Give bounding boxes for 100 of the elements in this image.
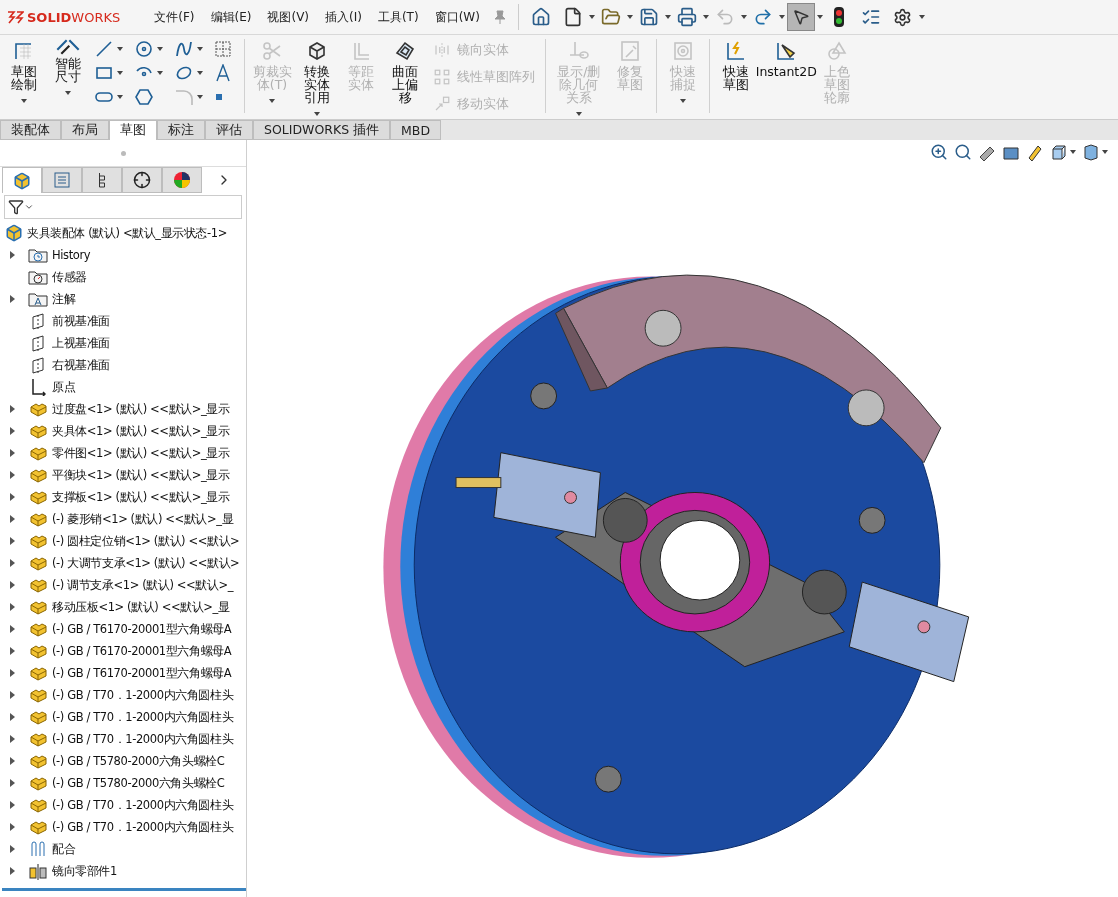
toolbar-button[interactable] <box>786 3 815 31</box>
caret-icon[interactable] <box>314 112 320 116</box>
ribbon-tab[interactable]: 布局 <box>61 120 109 140</box>
expand-arrow-icon[interactable] <box>10 515 15 523</box>
zoom-area-icon[interactable] <box>954 143 972 161</box>
ribbon-tab[interactable]: 标注 <box>157 120 205 140</box>
ribbon-tab[interactable]: 评估 <box>205 120 253 140</box>
caret-icon[interactable] <box>117 71 123 75</box>
expand-arrow-icon[interactable] <box>10 823 15 831</box>
expand-arrow-icon[interactable] <box>10 713 15 721</box>
tree-item[interactable]: (-) GB / T70．1-2000内六角圆柱头 <box>52 819 234 835</box>
caret-icon[interactable] <box>588 15 595 19</box>
expand-arrow-icon[interactable] <box>10 537 15 545</box>
ribbon-tab[interactable]: 草图 <box>109 120 157 140</box>
tree-item[interactable]: 上视基准面 <box>52 335 110 351</box>
tree-item[interactable]: 注解 <box>52 291 76 307</box>
tree-item[interactable]: (-) 大调节支承<1> (默认) <<默认> <box>52 555 240 571</box>
caret-icon[interactable] <box>702 15 709 19</box>
tree-item[interactable]: (-) 圆柱定位销<1> (默认) <<默认> <box>52 533 240 549</box>
ribbon-button[interactable]: 草图绘制 <box>2 37 46 119</box>
grip-handle[interactable] <box>120 150 126 156</box>
expand-arrow-icon[interactable] <box>10 603 15 611</box>
tree-item[interactable]: 前视基准面 <box>52 313 110 329</box>
caret-icon[interactable] <box>117 95 123 99</box>
caret-icon[interactable] <box>626 15 633 19</box>
menu-item[interactable]: 编辑(E) <box>202 4 260 30</box>
expand-arrow-icon[interactable] <box>10 801 15 809</box>
caret-icon[interactable] <box>197 71 203 75</box>
tree-item[interactable]: 镜向零部件1 <box>52 863 117 879</box>
expand-arrow-icon[interactable] <box>10 779 15 787</box>
ribbon-tab[interactable]: 装配体 <box>0 120 61 140</box>
tree-item[interactable]: 零件图<1> (默认) <<默认>_显示 <box>52 445 230 461</box>
ribbon-button[interactable]: 转换实体引用 <box>295 37 339 119</box>
caret-icon[interactable] <box>197 95 203 99</box>
expand-arrow-icon[interactable] <box>10 493 15 501</box>
expand-arrow-icon[interactable] <box>10 757 15 765</box>
expand-arrow-icon[interactable] <box>10 427 15 435</box>
tree-item[interactable]: 平衡块<1> (默认) <<默认>_显示 <box>52 467 230 483</box>
tree-item[interactable]: (-) 菱形销<1> (默认) <<默认>_显 <box>52 511 234 527</box>
tree-item[interactable]: 夹具体<1> (默认) <<默认>_显示 <box>52 423 230 439</box>
tree-item[interactable]: (-) GB / T70．1-2000内六角圆柱头 <box>52 709 234 725</box>
ribbon-button[interactable]: 智能尺寸 <box>46 37 90 119</box>
tree-item[interactable]: History <box>52 248 91 262</box>
ribbon-button[interactable]: 快速草图 <box>713 37 758 119</box>
zoom-fit-icon[interactable] <box>930 143 948 161</box>
menu-item[interactable]: 视图(V) <box>259 4 318 30</box>
expand-arrow-icon[interactable] <box>10 251 15 259</box>
expand-arrow-icon[interactable] <box>10 691 15 699</box>
expand-arrow-icon[interactable] <box>10 581 15 589</box>
expand-arrow-icon[interactable] <box>10 449 15 457</box>
display-style-icon[interactable] <box>1082 143 1108 161</box>
caret-icon[interactable] <box>816 15 823 19</box>
tree-item[interactable]: 右视基准面 <box>52 357 110 373</box>
tree-item[interactable]: 过度盘<1> (默认) <<默认>_显示 <box>52 401 230 417</box>
ribbon-tab[interactable]: MBD <box>390 120 442 140</box>
tree-item[interactable]: 配合 <box>52 841 76 857</box>
ribbon-button[interactable]: 曲面上偏移 <box>383 37 427 119</box>
expand-arrow-icon[interactable] <box>10 669 15 677</box>
panel-tab[interactable] <box>2 167 42 193</box>
panel-tab[interactable] <box>122 167 162 193</box>
filter-field[interactable] <box>4 195 242 219</box>
tree-item[interactable]: (-) GB / T6170-20001型六角螺母A <box>52 621 232 637</box>
caret-icon[interactable] <box>21 99 27 103</box>
ribbon-button[interactable]: Instant2D <box>757 37 815 119</box>
menu-item[interactable]: 窗口(W) <box>426 4 488 30</box>
panel-tab[interactable] <box>162 167 202 193</box>
caret-icon[interactable] <box>740 15 747 19</box>
tree-item[interactable]: (-) GB / T70．1-2000内六角圆柱头 <box>52 797 234 813</box>
ribbon-tab[interactable]: SOLIDWORKS 插件 <box>253 120 391 140</box>
caret-icon[interactable] <box>65 91 71 95</box>
tree-item[interactable]: 移动压板<1> (默认) <<默认>_显 <box>52 599 230 615</box>
expand-arrow-icon[interactable] <box>10 647 15 655</box>
expand-arrow-icon[interactable] <box>10 625 15 633</box>
caret-icon[interactable] <box>664 15 671 19</box>
tree-item[interactable]: (-) GB / T6170-20001型六角螺母A <box>52 643 232 659</box>
tree-item[interactable]: (-) GB / T6170-20001型六角螺母A <box>52 665 232 681</box>
tree-item[interactable]: 传感器 <box>52 269 87 285</box>
panel-tab[interactable] <box>82 167 122 193</box>
caret-icon[interactable] <box>117 47 123 51</box>
menu-item[interactable]: 插入(I) <box>317 4 370 30</box>
expand-arrow-icon[interactable] <box>10 735 15 743</box>
expand-arrow-icon[interactable] <box>10 559 15 567</box>
tree-item[interactable]: (-) GB / T70．1-2000内六角圆柱头 <box>52 731 234 747</box>
expand-arrow-icon[interactable] <box>10 845 15 853</box>
menu-item[interactable]: 工具(T) <box>369 4 427 30</box>
view-orientation-icon[interactable] <box>1050 143 1076 161</box>
tree-item[interactable]: 夹具装配体 (默认) <默认_显示状态-1> <box>27 225 227 241</box>
expand-arrow-icon[interactable] <box>10 295 15 303</box>
caret-icon[interactable] <box>197 47 203 51</box>
caret-icon[interactable] <box>157 71 163 75</box>
menu-item[interactable]: 文件(F) <box>146 4 203 30</box>
expand-arrow-icon[interactable] <box>10 867 15 875</box>
tree-item[interactable]: (-) GB / T5780-2000六角头螺栓C <box>52 753 225 769</box>
tree-item[interactable]: (-) 调节支承<1> (默认) <<默认>_ <box>52 577 234 593</box>
tree-item[interactable]: 支撑板<1> (默认) <<默认>_显示 <box>52 489 230 505</box>
expand-arrow-icon[interactable] <box>10 405 15 413</box>
tree-item[interactable]: (-) GB / T70．1-2000内六角圆柱头 <box>52 687 234 703</box>
caret-icon[interactable] <box>918 15 925 19</box>
expand-arrow-icon[interactable] <box>10 471 15 479</box>
caret-icon[interactable] <box>157 47 163 51</box>
